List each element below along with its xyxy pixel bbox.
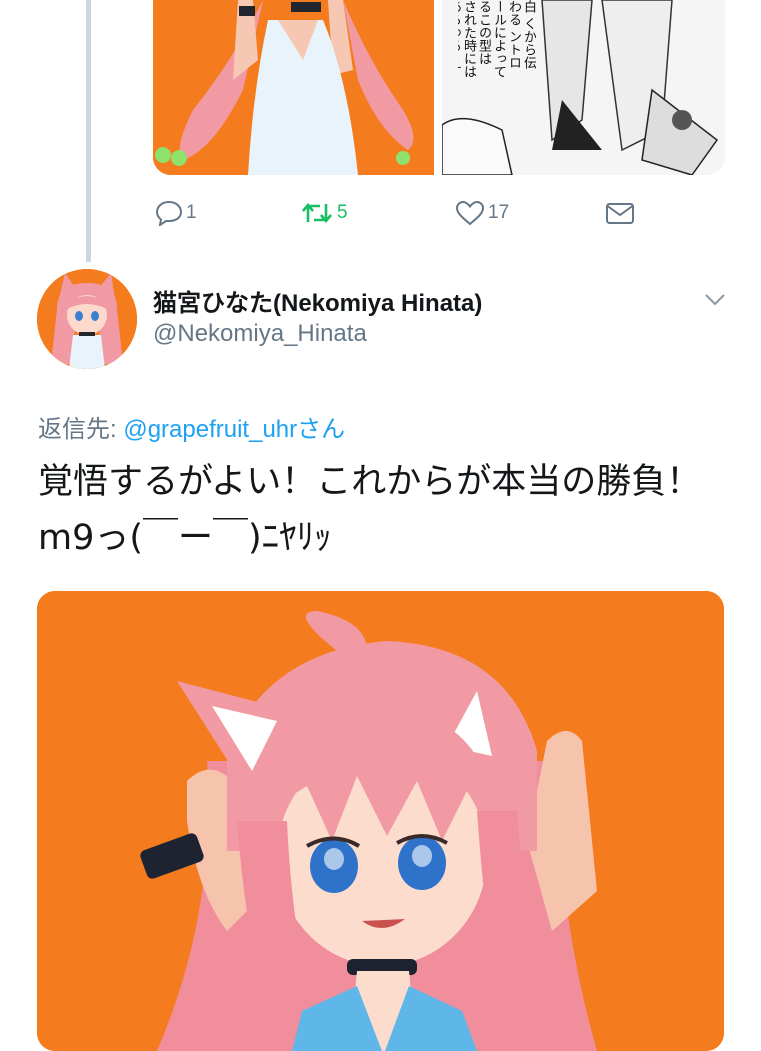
reply-button[interactable]: 1 bbox=[155, 197, 197, 229]
tweet-text: 覚悟するがよい！これからが本当の勝負！m9っ(￣ー￣)ﾆﾔﾘｯ bbox=[38, 462, 702, 558]
heart-icon bbox=[455, 200, 485, 226]
avatar[interactable] bbox=[37, 269, 137, 369]
reply-to-label: 返信先: bbox=[38, 416, 124, 443]
chevron-down-icon[interactable] bbox=[703, 290, 727, 310]
retweet-icon bbox=[302, 202, 332, 224]
user-handle[interactable]: @Nekomiya_Hinata bbox=[153, 320, 367, 348]
like-count: 17 bbox=[488, 202, 510, 223]
retweet-button[interactable]: 5 bbox=[300, 197, 348, 229]
reply-count: 1 bbox=[186, 202, 197, 223]
display-name[interactable]: 猫宮ひなた(Nekomiya Hinata) bbox=[153, 283, 482, 318]
tweet-actions: 1 5 17 bbox=[0, 197, 761, 229]
envelope-icon bbox=[606, 203, 634, 224]
like-button[interactable]: 17 bbox=[455, 197, 509, 229]
tweet-media-image[interactable] bbox=[37, 591, 724, 1051]
media-image-character[interactable] bbox=[153, 0, 434, 175]
reply-mention-link[interactable]: @grapefruit_uhrさん bbox=[123, 416, 345, 443]
direct-message-button[interactable] bbox=[605, 197, 635, 229]
previous-tweet-media[interactable]: 白 くから伝わる ントロールによって るこの型は された時には あらゆる えると… bbox=[153, 0, 725, 175]
media-image-manga[interactable]: 白 くから伝わる ントロールによって るこの型は された時には あらゆる えると… bbox=[442, 0, 725, 175]
reply-to-line: 返信先: @grapefruit_uhrさん bbox=[38, 409, 345, 444]
manga-text: 白 くから伝わる ントロールによって るこの型は された時には あらゆる えると… bbox=[458, 0, 536, 80]
reply-icon bbox=[155, 200, 183, 226]
retweet-count: 5 bbox=[337, 202, 348, 223]
